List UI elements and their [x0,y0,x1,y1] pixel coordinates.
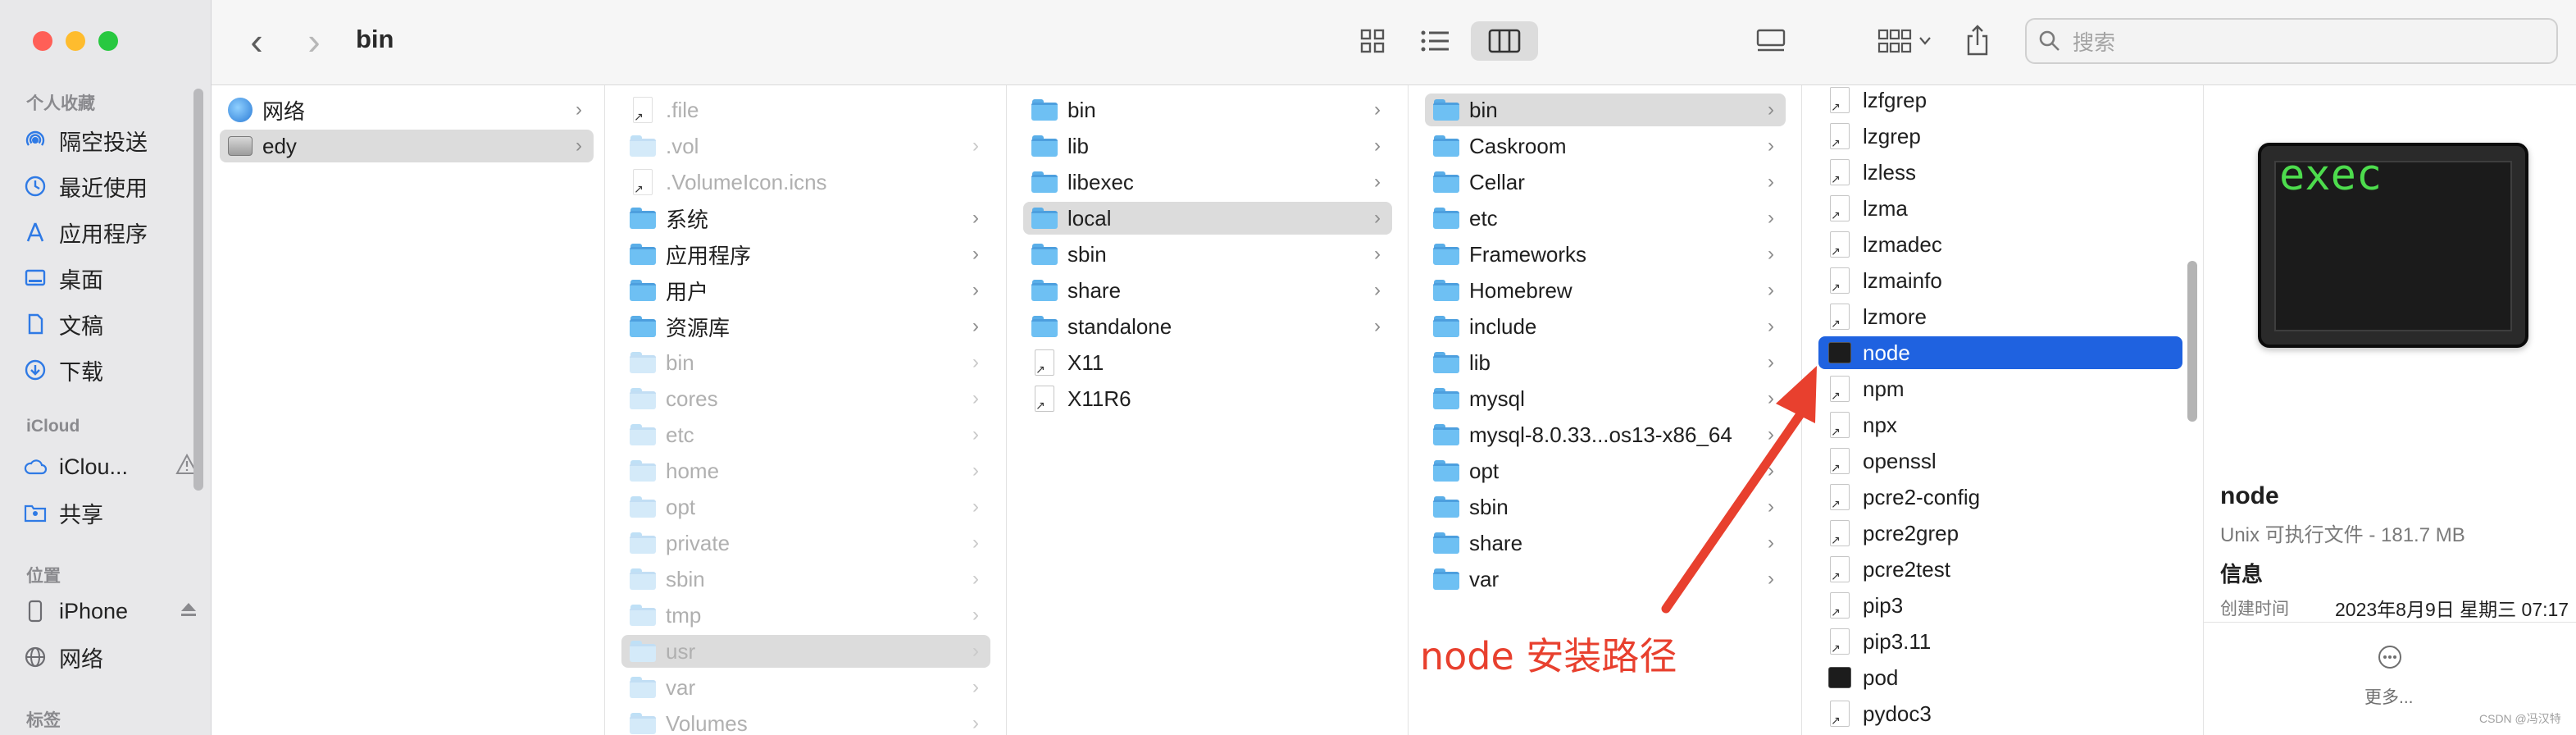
annotation-label: node 安装路径 [1420,634,1677,678]
annotation-arrow [1661,366,1817,614]
